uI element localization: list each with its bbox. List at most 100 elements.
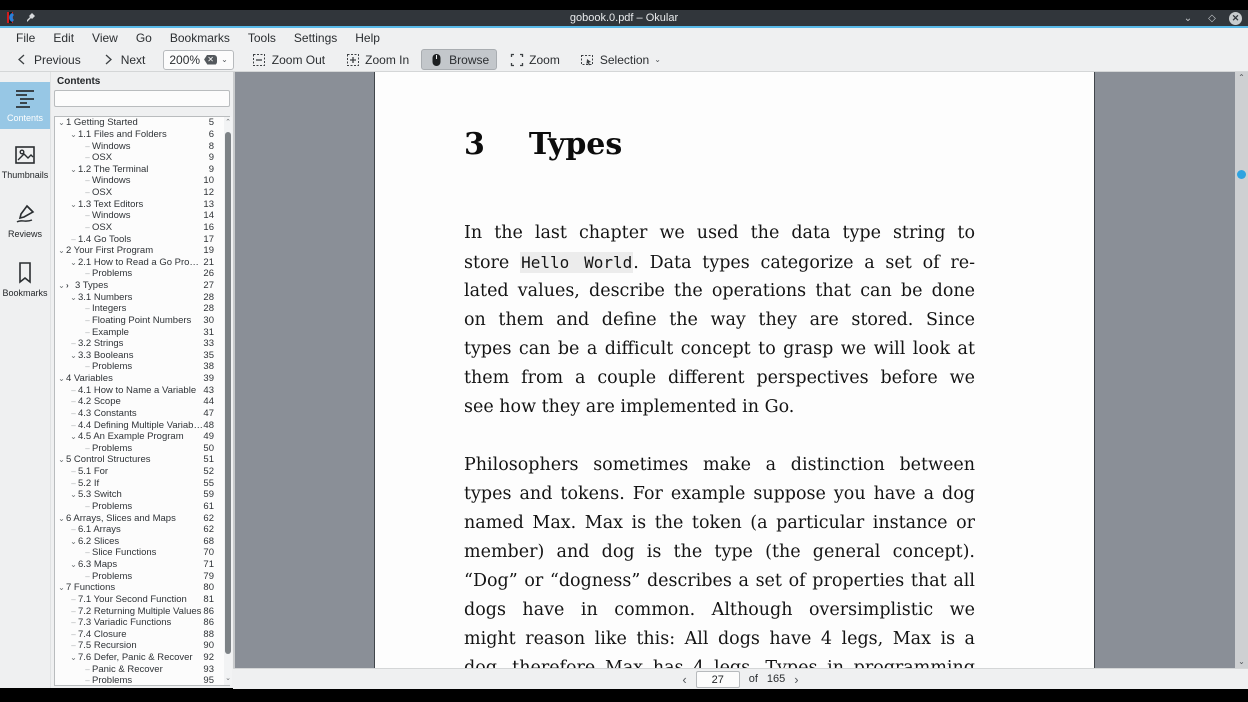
scroll-up-icon[interactable]: ⌃ — [1235, 73, 1248, 83]
toc-scrollbar[interactable]: ⌃ ⌄ — [224, 117, 232, 685]
minimize-button[interactable]: ⌄ — [1181, 11, 1195, 25]
toc-item[interactable]: –Integers28 — [55, 303, 229, 315]
sidebar-item-bookmarks[interactable]: Bookmarks — [0, 255, 50, 304]
toc-item[interactable]: –4.1 How to Name a Variable43 — [55, 384, 229, 396]
browse-tool-button[interactable]: Browse — [421, 49, 497, 70]
toc-item[interactable]: –OSX12 — [55, 187, 229, 199]
expander-icon[interactable]: ⌄ — [69, 351, 78, 360]
expander-icon[interactable]: ⌄ — [69, 200, 78, 209]
toc-item[interactable]: ⌄6 Arrays, Slices and Maps62 — [55, 512, 229, 524]
menu-settings[interactable]: Settings — [285, 29, 346, 47]
expander-icon[interactable]: ⌄ — [69, 293, 78, 302]
menu-go[interactable]: Go — [127, 29, 161, 47]
maximize-button[interactable]: ◇ — [1205, 11, 1219, 25]
sidebar-item-reviews[interactable]: Reviews — [0, 196, 50, 245]
toc-search-input[interactable] — [54, 90, 230, 107]
toc-item[interactable]: ⌄6.3 Maps71 — [55, 559, 229, 571]
toc-item[interactable]: –4.2 Scope44 — [55, 396, 229, 408]
toc-item[interactable]: –Problems79 — [55, 570, 229, 582]
zoom-in-button[interactable]: Zoom In — [337, 49, 417, 70]
toc-item[interactable]: ⌄7 Functions80 — [55, 582, 229, 594]
expander-icon[interactable]: ⌄ — [69, 258, 78, 267]
previous-page-icon[interactable]: ‹ — [682, 672, 686, 687]
expander-icon[interactable]: ⌄ — [57, 118, 66, 127]
toc-item[interactable]: ⌄4 Variables39 — [55, 373, 229, 385]
toc-item[interactable]: ⌄2 Your First Program19 — [55, 245, 229, 257]
toc-item[interactable]: –4.3 Constants47 — [55, 408, 229, 420]
next-page-icon[interactable]: › — [794, 672, 798, 687]
current-page-input[interactable]: 27 — [696, 671, 740, 688]
toc-item[interactable]: –7.5 Recursion90 — [55, 640, 229, 652]
toc-item[interactable]: –Problems38 — [55, 361, 229, 373]
toc-item[interactable]: –7.3 Variadic Functions86 — [55, 617, 229, 629]
menu-view[interactable]: View — [83, 29, 127, 47]
toc-item[interactable]: ⌄5.3 Switch59 — [55, 489, 229, 501]
expander-icon[interactable]: ⌄ — [69, 490, 78, 499]
toc-item[interactable]: –Slice Functions70 — [55, 547, 229, 559]
scroll-down-icon[interactable]: ⌄ — [1235, 657, 1248, 667]
scroll-down-icon[interactable]: ⌄ — [224, 675, 232, 683]
toc-item[interactable]: ⌄7.6 Defer, Panic & Recover92 — [55, 652, 229, 664]
toc-item[interactable]: –Windows8 — [55, 140, 229, 152]
expander-icon[interactable]: ⌄ — [57, 455, 66, 464]
menu-tools[interactable]: Tools — [239, 29, 285, 47]
toc-item[interactable]: –Example31 — [55, 326, 229, 338]
toc-item[interactable]: –Floating Point Numbers30 — [55, 315, 229, 327]
expander-icon[interactable]: ⌄ — [57, 374, 66, 383]
toc-item[interactable]: ⌄3.3 Booleans35 — [55, 350, 229, 362]
expander-icon[interactable]: ⌄ — [69, 560, 78, 569]
toc-item[interactable]: –Panic & Recover93 — [55, 663, 229, 675]
toc-item[interactable]: ⌄2.1 How to Read a Go Program21 — [55, 257, 229, 269]
toc-item[interactable]: ⌄1.1 Files and Folders6 — [55, 129, 229, 141]
toc-item[interactable]: ⌄5 Control Structures51 — [55, 454, 229, 466]
document-scrollbar-thumb[interactable] — [1237, 170, 1246, 179]
expander-icon[interactable]: ⌄ — [57, 281, 66, 290]
toc-item[interactable]: ⌄1.3 Text Editors13 — [55, 198, 229, 210]
expander-icon[interactable]: ⌄ — [57, 514, 66, 523]
toc-item[interactable]: –Problems61 — [55, 501, 229, 513]
toc-item[interactable]: ⌄1.2 The Terminal9 — [55, 164, 229, 176]
toc-item[interactable]: –7.2 Returning Multiple Values86 — [55, 605, 229, 617]
toc-item[interactable]: ⌄›3 Types27 — [55, 280, 229, 292]
document-canvas[interactable]: 3 Types In the last chapter we used the … — [233, 72, 1248, 668]
expander-icon[interactable]: ⌄ — [69, 165, 78, 174]
toc-item[interactable]: –Problems95 — [55, 675, 229, 686]
next-button[interactable]: Next — [93, 49, 154, 70]
toc-item[interactable]: –3.2 Strings33 — [55, 338, 229, 350]
toc-item[interactable]: –6.1 Arrays62 — [55, 524, 229, 536]
toc-item[interactable]: –5.1 For52 — [55, 466, 229, 478]
previous-button[interactable]: Previous — [6, 49, 89, 70]
menu-help[interactable]: Help — [346, 29, 389, 47]
toc-item[interactable]: ⌄1 Getting Started5 — [55, 117, 229, 129]
zoom-out-button[interactable]: Zoom Out — [244, 49, 333, 70]
toc-item[interactable]: ⌄4.5 An Example Program49 — [55, 431, 229, 443]
sidebar-item-thumbnails[interactable]: Thumbnails — [0, 137, 50, 186]
menu-file[interactable]: File — [7, 29, 44, 47]
toc-item[interactable]: –5.2 If55 — [55, 477, 229, 489]
menu-edit[interactable]: Edit — [44, 29, 83, 47]
toc-item[interactable]: ⌄3.1 Numbers28 — [55, 291, 229, 303]
expander-icon[interactable]: ⌄ — [57, 583, 66, 592]
toc-item[interactable]: ⌄6.2 Slices68 — [55, 536, 229, 548]
chevron-down-icon[interactable]: ⌄ — [654, 55, 661, 64]
zoom-level-combobox[interactable]: 200% ✕ ⌄ — [163, 50, 233, 70]
close-button[interactable]: ✕ — [1229, 12, 1242, 25]
toc-item[interactable]: –Windows10 — [55, 175, 229, 187]
toc-item[interactable]: –Problems50 — [55, 443, 229, 455]
toc-scrollbar-thumb[interactable] — [225, 132, 231, 654]
sidebar-item-contents[interactable]: Contents — [0, 82, 50, 129]
toc-item[interactable]: –OSX9 — [55, 152, 229, 164]
toc-item[interactable]: –Windows14 — [55, 210, 229, 222]
menu-bookmarks[interactable]: Bookmarks — [161, 29, 239, 47]
expander-icon[interactable]: ⌄ — [57, 246, 66, 255]
toc-item[interactable]: –Problems26 — [55, 268, 229, 280]
clear-icon[interactable]: ✕ — [204, 55, 217, 65]
toc-item[interactable]: –OSX16 — [55, 222, 229, 234]
expander-icon[interactable]: ⌄ — [69, 653, 78, 662]
expander-icon[interactable]: ⌄ — [69, 432, 78, 441]
document-scrollbar[interactable]: ⌃ ⌄ — [1235, 72, 1248, 668]
scroll-up-icon[interactable]: ⌃ — [224, 119, 232, 127]
toc-item[interactable]: –7.4 Closure88 — [55, 629, 229, 641]
toc-item[interactable]: –7.1 Your Second Function81 — [55, 594, 229, 606]
selection-tool-button[interactable]: Selection ⌄ — [572, 49, 669, 70]
